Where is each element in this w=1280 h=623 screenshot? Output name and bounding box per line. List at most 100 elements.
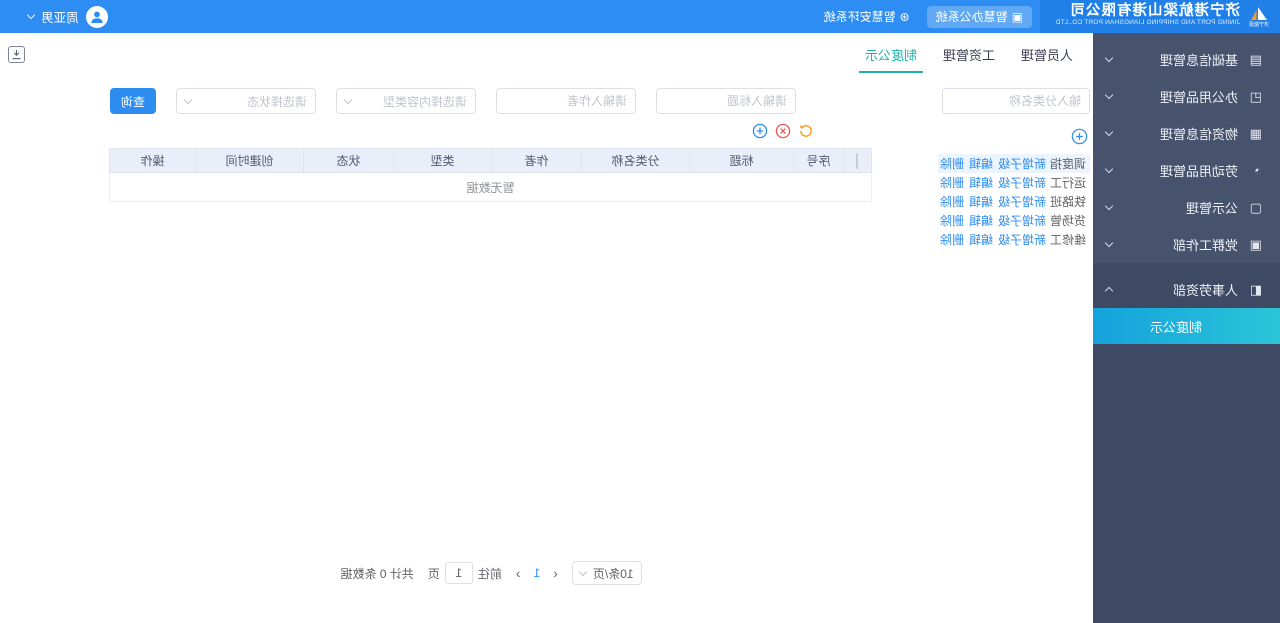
- query-button[interactable]: 查询: [110, 88, 156, 114]
- tab-personnel[interactable]: 人员管理: [1015, 45, 1079, 73]
- add-child-link[interactable]: 新增子级: [998, 212, 1046, 229]
- page-size-select[interactable]: 10条/页: [571, 561, 642, 585]
- chevron-down-icon: [183, 95, 193, 104]
- add-child-link[interactable]: 新增子级: [998, 193, 1046, 210]
- sidebar-item-office-supplies[interactable]: ◰ 办公用品管理: [1093, 78, 1280, 115]
- tab-salary[interactable]: 工资管理: [937, 45, 1001, 73]
- office-supplies-icon: ◰: [1249, 88, 1262, 104]
- select-all-checkbox[interactable]: [856, 152, 859, 169]
- col-title: 标题: [689, 148, 794, 173]
- sidebar-item-labor-supplies[interactable]: ◔ 劳动用品管理: [1093, 152, 1280, 189]
- circle-plus-icon: [752, 123, 768, 139]
- category-panel: 调度指挥中心 新增子级 编辑 删除 运行工区 新增子级 编辑: [938, 78, 1090, 623]
- chevron-down-icon: [26, 10, 36, 20]
- prev-page-button[interactable]: ‹: [553, 565, 558, 581]
- edit-link[interactable]: 编辑: [969, 155, 993, 172]
- pagination: 10条/页 ‹ 1 › 前往 页 共计 0 条: [110, 561, 872, 585]
- circle-plus-icon: [1071, 128, 1088, 145]
- current-page[interactable]: 1: [534, 566, 541, 580]
- edit-link[interactable]: 编辑: [969, 212, 993, 229]
- add-child-link[interactable]: 新增子级: [998, 231, 1046, 248]
- username: 周亚男: [41, 11, 79, 25]
- category-actions: 新增子级 编辑 删除: [940, 174, 1046, 191]
- logo-caption: 济宁能源: [1249, 21, 1270, 28]
- tab-bar: 人员管理 工资管理 制度公示: [0, 33, 1093, 73]
- sidebar-subitem-label: 制度公示: [1149, 319, 1202, 335]
- add-child-link[interactable]: 新增子级: [998, 174, 1046, 191]
- publicity-icon: ▢: [1249, 199, 1262, 215]
- select-all-cell: [843, 148, 872, 173]
- col-index: 序号: [793, 148, 844, 173]
- content-body: 调度指挥中心 新增子级 编辑 删除 运行工区 新增子级 编辑: [0, 73, 1093, 623]
- status-select[interactable]: 请选择状态: [176, 88, 316, 114]
- sidebar-item-material-info[interactable]: ▦ 物资信息管理: [1093, 115, 1280, 152]
- edit-link[interactable]: 编辑: [969, 231, 993, 248]
- sidebar-item-label: 人事劳资部: [1172, 283, 1238, 298]
- collapse-arrow-icon: [12, 49, 21, 60]
- category-row-operation-area[interactable]: 运行工区 新增子级 编辑 删除: [938, 173, 1090, 192]
- category-row-yard-plant[interactable]: 货场管理厂 新增子级 编辑 删除: [938, 211, 1090, 230]
- category-row-maintenance-area[interactable]: 维修工区 新增子级 编辑 删除: [938, 230, 1090, 249]
- sidebar-item-label: 办公用品管理: [1159, 90, 1238, 105]
- delete-link[interactable]: 删除: [940, 193, 964, 210]
- company-logo-icon: 济宁能源: [1246, 4, 1272, 30]
- sidebar-item-publicity[interactable]: ▢ 公示管理: [1093, 189, 1280, 226]
- sidebar-item-party-work[interactable]: ▣ 党群工作部: [1093, 226, 1280, 263]
- category-row-dispatch-center[interactable]: 调度指挥中心 新增子级 编辑 删除: [938, 154, 1090, 173]
- system-switch-safety[interactable]: ⊛ 智慧安环系统: [815, 6, 919, 28]
- content: 人员管理 工资管理 制度公示 输入分类名称 调度指 新增子级 编辑 删除 运行工…: [0, 33, 1093, 623]
- category-actions: 新增子级 编辑 删除: [940, 231, 1046, 248]
- sidebar-subitem-policy-publicity[interactable]: 制度公示: [1093, 308, 1280, 344]
- sidebar-item-hr-labor[interactable]: ◧ 人事劳资部: [1093, 271, 1280, 308]
- system-switch-office[interactable]: ▣ 智慧办公系统: [926, 5, 1032, 28]
- category-search-input[interactable]: [942, 88, 1090, 114]
- office-system-label: 智慧办公系统: [935, 10, 1008, 24]
- tab-label: 工资管理: [942, 48, 995, 63]
- add-child-link[interactable]: 新增子级: [998, 155, 1046, 172]
- collapse-panel-button[interactable]: [8, 46, 25, 63]
- category-name: 调度指挥中心: [1050, 157, 1086, 171]
- sidebar-item-label: 劳动用品管理: [1159, 164, 1238, 179]
- table-toolbar: [110, 123, 814, 140]
- content-type-placeholder: 请选择内容类型: [382, 94, 467, 109]
- basic-info-icon: ▤: [1249, 51, 1262, 67]
- category-actions: 新增子级 编辑 删除: [940, 155, 1046, 172]
- delete-link[interactable]: 删除: [940, 212, 964, 229]
- tab-policy-publicity[interactable]: 制度公示: [858, 45, 923, 73]
- delete-link[interactable]: 删除: [940, 231, 964, 248]
- next-page-button[interactable]: ›: [516, 565, 521, 581]
- add-category-button[interactable]: [1071, 128, 1088, 146]
- delete-link[interactable]: 删除: [940, 155, 964, 172]
- goto-page-input[interactable]: [444, 562, 473, 584]
- party-work-icon: ▣: [1249, 236, 1262, 252]
- topbar: 济宁能源 济宁港航梁山港有限公司 JINING PORT AND SHIPPIN…: [0, 0, 1280, 33]
- goto-prefix-label: 前往: [477, 566, 502, 581]
- refresh-button[interactable]: [798, 123, 814, 140]
- tab-label: 人员管理: [1020, 48, 1073, 63]
- batch-delete-button[interactable]: [775, 123, 791, 140]
- hr-labor-icon: ◧: [1249, 281, 1262, 297]
- edit-link[interactable]: 编辑: [969, 174, 993, 191]
- company-name: 济宁港航梁山港有限公司: [1069, 2, 1241, 19]
- chevron-down-icon: [343, 95, 353, 104]
- sidebar-item-basic-info[interactable]: ▤ 基础信息管理: [1093, 41, 1280, 78]
- delete-link[interactable]: 删除: [940, 174, 964, 191]
- col-actions: 操作: [109, 148, 196, 173]
- sidebar-group-hr: ◧ 人事劳资部 制度公示: [1093, 263, 1280, 623]
- author-filter-input[interactable]: [496, 88, 636, 114]
- category-name: 铁路班组: [1050, 195, 1086, 209]
- avatar[interactable]: [85, 5, 108, 28]
- refresh-icon: [800, 124, 812, 137]
- add-record-button[interactable]: [752, 123, 768, 140]
- safety-system-icon: ⊛: [899, 9, 910, 24]
- status-placeholder: 请选择状态: [246, 94, 307, 109]
- title-filter-input[interactable]: [656, 88, 796, 114]
- content-type-select[interactable]: 请选择内容类型: [336, 88, 476, 114]
- user-menu[interactable]: 周亚男: [26, 5, 108, 28]
- total-count-label: 共计 0 条数据: [340, 566, 414, 581]
- filter-bar: 请选择内容类型 请选择状态 查询: [110, 88, 872, 114]
- company-name-en: JINING PORT AND SHIPPING LIANGSHAN PORT …: [1055, 18, 1240, 26]
- edit-link[interactable]: 编辑: [969, 193, 993, 210]
- material-info-icon: ▦: [1249, 125, 1262, 141]
- category-row-railway-team[interactable]: 铁路班组 新增子级 编辑 删除: [938, 192, 1090, 211]
